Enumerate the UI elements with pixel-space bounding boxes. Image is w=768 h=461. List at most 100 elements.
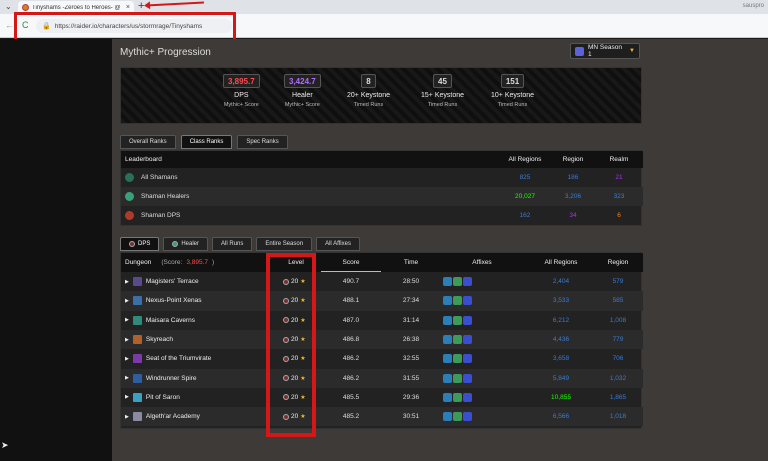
affix-icon[interactable] xyxy=(463,412,472,422)
expand-icon[interactable]: ▶ xyxy=(125,394,129,400)
rank-region: 3,206 xyxy=(564,193,582,200)
affix-icon[interactable] xyxy=(463,392,472,402)
page-title: Mythic+ Progression xyxy=(120,47,211,58)
tab-dps[interactable]: DPS xyxy=(120,237,160,251)
rank-realm: 323 xyxy=(613,193,625,200)
header-region[interactable]: Region xyxy=(597,259,639,266)
affixes-cell xyxy=(443,412,472,422)
affix-icon[interactable] xyxy=(453,335,462,345)
dungeon-cell: ▶ Algeth'ar Academy xyxy=(125,412,200,422)
dungeon-name: Skyreach xyxy=(145,336,173,344)
browser-profile[interactable]: sauspro xyxy=(743,3,764,9)
time-cell: 26:38 xyxy=(402,336,420,344)
affixes-cell xyxy=(443,296,472,306)
dungeon-icon xyxy=(132,354,142,364)
dungeon-name: Magisters' Terrace xyxy=(145,278,199,286)
expand-icon[interactable]: ▶ xyxy=(125,298,129,304)
tab-spec-ranks[interactable]: Spec Ranks xyxy=(237,135,288,149)
score-cell: 485.2 xyxy=(342,413,360,421)
stat-value: 3,424.7 xyxy=(284,74,321,88)
score-cell: 486.2 xyxy=(342,355,360,363)
affixes-cell xyxy=(443,335,472,345)
table-row[interactable]: ▶ Magisters' Terrace 20 ★ 490.7 28:50 2,40… xyxy=(121,272,643,291)
table-row[interactable]: ▶ Nexus-Point Xenas 20 ★ 488.1 27:34 3,533… xyxy=(121,291,643,311)
stat-label: DPS xyxy=(234,92,249,99)
affix-icon[interactable] xyxy=(443,335,452,345)
leaderboard-table: Leaderboard All Regions Region Realm All… xyxy=(120,150,643,226)
stat-sub: Timed Runs xyxy=(427,102,458,108)
header-time[interactable]: Time xyxy=(391,259,431,266)
table-row[interactable]: ▶ Maisara Caverns 20 ★ 487.0 31:14 6,212 1… xyxy=(121,311,643,330)
table-row[interactable]: All Shamans 825 186 21 xyxy=(121,168,643,187)
chevron-down-icon: ▼ xyxy=(629,48,635,54)
header-dungeon-label: Dungeon xyxy=(125,259,152,266)
tab-entire-season[interactable]: Entire Season xyxy=(256,237,313,251)
expand-icon[interactable]: ▶ xyxy=(125,356,129,362)
tab-list-dropdown-icon[interactable]: ⌄ xyxy=(5,2,12,11)
affix-icon[interactable] xyxy=(453,277,462,287)
header-dungeon: Dungeon (Score: 3,895.7) xyxy=(125,259,214,266)
affix-icon[interactable] xyxy=(463,277,472,287)
affixes-cell xyxy=(443,315,472,325)
season-selector[interactable]: MN Season 1 ▼ xyxy=(570,43,640,59)
dungeon-name: Pit of Saron xyxy=(145,393,180,401)
back-arrow-icon[interactable]: ← xyxy=(5,20,14,30)
affix-icon[interactable] xyxy=(443,315,452,325)
dungeon-cell: ▶ Seat of the Triumvirate xyxy=(125,354,211,364)
expand-icon[interactable]: ▶ xyxy=(125,279,129,285)
dungeon-icon xyxy=(132,277,142,287)
tab-overall-ranks[interactable]: Overall Ranks xyxy=(120,135,176,149)
row-name: Shaman DPS xyxy=(141,212,181,220)
expand-icon[interactable]: ▶ xyxy=(125,414,129,420)
table-row[interactable]: ▶ Algeth'ar Academy 20 ★ 485.2 30:51 6,566… xyxy=(121,407,643,427)
expand-icon[interactable]: ▶ xyxy=(125,375,129,381)
table-row[interactable]: ▶ Windrunner Spire 20 ★ 486.2 31:55 5,849 … xyxy=(121,368,643,388)
table-row[interactable]: Shaman DPS 162 34 6 xyxy=(121,206,643,225)
affix-icon[interactable] xyxy=(453,354,462,364)
affix-icon[interactable] xyxy=(463,335,472,345)
stat-label: 20+ Keystone xyxy=(347,92,391,99)
expand-icon[interactable]: ▶ xyxy=(125,337,129,343)
row-name: All Shamans xyxy=(141,174,178,182)
affix-icon[interactable] xyxy=(453,296,462,306)
dungeon-icon xyxy=(132,296,142,306)
affix-icon[interactable] xyxy=(443,354,452,364)
stat-20-keystone: 8 20+ Keystone Timed Runs xyxy=(347,74,390,108)
table-row[interactable]: ▶ Skyreach 20 ★ 486.8 26:38 4,436 779 xyxy=(121,329,643,350)
tab-all-affixes[interactable]: All Affixes xyxy=(316,237,360,251)
affix-icon[interactable] xyxy=(463,373,472,383)
tab-label: DPS xyxy=(138,241,151,247)
region-cell: 585 xyxy=(612,297,624,305)
tab-class-ranks[interactable]: Class Ranks xyxy=(180,135,233,149)
close-tab-icon[interactable]: × xyxy=(126,4,130,11)
header-affixes: Affixes xyxy=(472,259,492,266)
affix-icon[interactable] xyxy=(453,392,462,402)
affix-icon[interactable] xyxy=(463,296,472,306)
affix-icon[interactable] xyxy=(463,354,472,364)
affix-icon[interactable] xyxy=(443,412,452,422)
tab-all-runs[interactable]: All Runs xyxy=(212,237,253,251)
affix-icon[interactable] xyxy=(443,373,452,383)
tab-healer[interactable]: Healer xyxy=(163,237,209,251)
header-score[interactable]: Score xyxy=(329,259,373,266)
table-row[interactable]: ▶ Pit of Saron 20 ★ 485.5 29:36 10,855 1,8… xyxy=(121,388,643,407)
table-row[interactable]: Shaman Healers 20,027 3,206 323 xyxy=(121,187,643,206)
red-highlight-url xyxy=(14,12,236,42)
time-cell: 32:55 xyxy=(402,355,420,363)
affix-icon[interactable] xyxy=(443,392,452,402)
time-cell: 30:51 xyxy=(402,413,420,421)
dungeon-cell: ▶ Pit of Saron xyxy=(125,392,180,402)
dps-icon xyxy=(129,241,135,247)
affix-icon[interactable] xyxy=(443,277,452,287)
affix-icon[interactable] xyxy=(443,296,452,306)
expand-icon[interactable]: ▶ xyxy=(125,317,129,323)
affix-icon[interactable] xyxy=(453,315,462,325)
affix-icon[interactable] xyxy=(453,373,462,383)
table-row[interactable]: ▶ Seat of the Triumvirate 20 ★ 486.2 32:55… xyxy=(121,349,643,368)
header-all-regions[interactable]: All Regions xyxy=(531,259,591,266)
score-value: 3,895.7 xyxy=(186,259,209,266)
region-cell: 1,865 xyxy=(609,393,627,401)
affix-icon[interactable] xyxy=(463,315,472,325)
row-name: Shaman Healers xyxy=(141,193,190,201)
affix-icon[interactable] xyxy=(453,412,462,422)
